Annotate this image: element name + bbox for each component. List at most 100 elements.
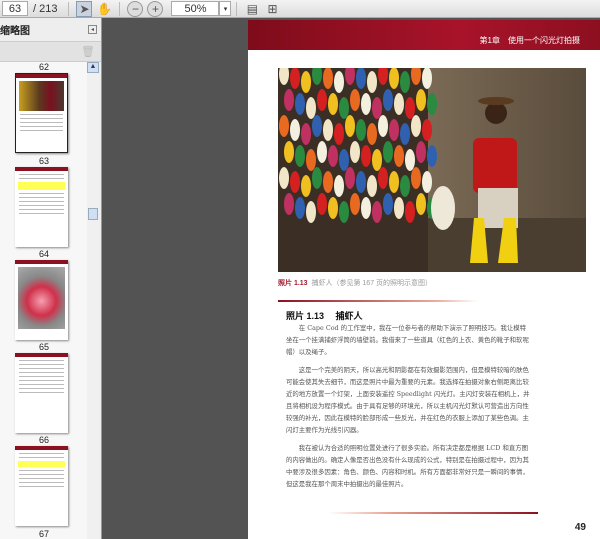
buoy <box>323 119 333 141</box>
thumbnail-label: 63 <box>38 156 49 166</box>
buoy <box>361 197 371 219</box>
buoy <box>389 171 399 193</box>
buoy <box>295 197 305 219</box>
buoy <box>290 119 300 141</box>
divider <box>119 1 121 16</box>
zoom-input[interactable]: 50% <box>171 1 220 16</box>
thumbnail-page-67[interactable] <box>15 446 68 526</box>
lobsterman-photo <box>278 68 586 272</box>
buoy <box>356 119 366 141</box>
buoy <box>323 171 333 193</box>
buoy <box>389 119 399 141</box>
buoy <box>284 89 294 111</box>
chapter-header: 第1章 使用一个闪光灯拍摄 <box>248 20 600 50</box>
buoy <box>372 201 382 223</box>
buoy <box>323 68 333 89</box>
buoy <box>339 97 349 119</box>
toolbar: 63 / 213 ➤ ✋ − + 50% ▾ ▤ ⊞ <box>0 0 600 18</box>
zoom-dropdown-chevron-icon[interactable]: ▾ <box>219 1 232 16</box>
section-heading: 照片 1.13 捕虾人 <box>286 311 363 321</box>
buoy <box>383 89 393 111</box>
buoy <box>295 145 305 167</box>
buoy <box>356 68 366 89</box>
buoy <box>372 97 382 119</box>
buoy <box>394 145 404 167</box>
trash-icon[interactable]: 🗑 <box>81 45 95 58</box>
paragraph: 我在被认为合适的照明位置处进行了很多实验。所有决定都是根据 LCD 和直方图的内… <box>286 444 529 488</box>
total-pages: / 213 <box>33 2 58 15</box>
buoy <box>400 123 410 145</box>
buoy <box>422 119 432 141</box>
thumbnail-page-63[interactable] <box>15 73 68 153</box>
page-number-input[interactable]: 63 <box>2 1 28 16</box>
buoy <box>328 197 338 219</box>
buoy <box>405 149 415 171</box>
thumbnail-page-65[interactable] <box>15 260 68 340</box>
thumbnail-scrollbar[interactable]: ▲ <box>87 62 99 539</box>
buoy <box>279 167 289 189</box>
buoy <box>350 89 360 111</box>
buoy <box>394 93 404 115</box>
buoy <box>334 123 344 145</box>
buoy <box>383 141 393 163</box>
thumbnail-label: 64 <box>38 249 49 259</box>
scroll-up-icon[interactable]: ▲ <box>87 62 99 73</box>
buoy <box>422 171 432 193</box>
section-rule <box>278 300 478 302</box>
buoy <box>367 175 377 197</box>
thumbnail-label: 66 <box>38 435 49 445</box>
buoy <box>306 149 316 171</box>
thumbnail-page-66[interactable] <box>15 353 68 433</box>
buoy <box>290 68 300 89</box>
buoy <box>306 201 316 223</box>
zoom-in-icon[interactable]: + <box>147 0 164 17</box>
buoy <box>356 171 366 193</box>
buoy <box>339 201 349 223</box>
scrollbar-thumb[interactable] <box>88 208 98 220</box>
buoy <box>372 149 382 171</box>
panel-title: 缩略图 <box>0 26 30 37</box>
buoy <box>334 175 344 197</box>
buoy <box>317 193 327 215</box>
buoy <box>350 141 360 163</box>
buoy <box>389 68 399 89</box>
buoy <box>411 167 421 189</box>
select-tool-icon[interactable]: ➤ <box>76 0 93 17</box>
buoy <box>334 71 344 93</box>
divider <box>68 1 70 16</box>
buoy <box>361 93 371 115</box>
buoy <box>416 193 426 215</box>
buoy <box>345 115 355 137</box>
page-number: 49 <box>574 522 586 533</box>
buoy <box>378 167 388 189</box>
thumbnail-list: 62 63 64 65 66 67 <box>0 62 88 539</box>
buoy <box>301 123 311 145</box>
caption-text: 捕虾人（参见第 167 页的照明示意图） <box>311 280 433 287</box>
buoy <box>400 71 410 93</box>
fit-page-icon[interactable]: ▤ <box>244 1 260 17</box>
buoy <box>301 71 311 93</box>
thumbnails-panel: 缩略图 ◂ 🗑 62 63 64 65 66 67 ▲ <box>0 18 102 539</box>
buoy <box>328 145 338 167</box>
buoy <box>284 193 294 215</box>
zoom-out-icon[interactable]: − <box>127 0 144 17</box>
thumbnail-label: 67 <box>38 529 49 539</box>
buoy <box>427 145 437 167</box>
thumbnail-page-64[interactable] <box>15 167 68 247</box>
body-text: 在 Cape Cod 的工作室中，我在一位参与者的帮助下演示了照明技巧。我让模特… <box>286 322 532 496</box>
buoy <box>378 115 388 137</box>
buoy <box>306 97 316 119</box>
buoy <box>416 89 426 111</box>
thumbnail-label: 62 <box>38 62 49 72</box>
buoy <box>350 193 360 215</box>
buoy <box>394 197 404 219</box>
collapse-panel-icon[interactable]: ◂ <box>88 25 97 34</box>
caption-label: 照片 1.13 <box>278 280 308 287</box>
buoy <box>290 171 300 193</box>
buoy <box>427 93 437 115</box>
buoy <box>367 71 377 93</box>
buoy <box>317 89 327 111</box>
buoy <box>405 97 415 119</box>
hand-tool-icon[interactable]: ✋ <box>96 1 112 17</box>
fit-width-icon[interactable]: ⊞ <box>264 1 280 17</box>
